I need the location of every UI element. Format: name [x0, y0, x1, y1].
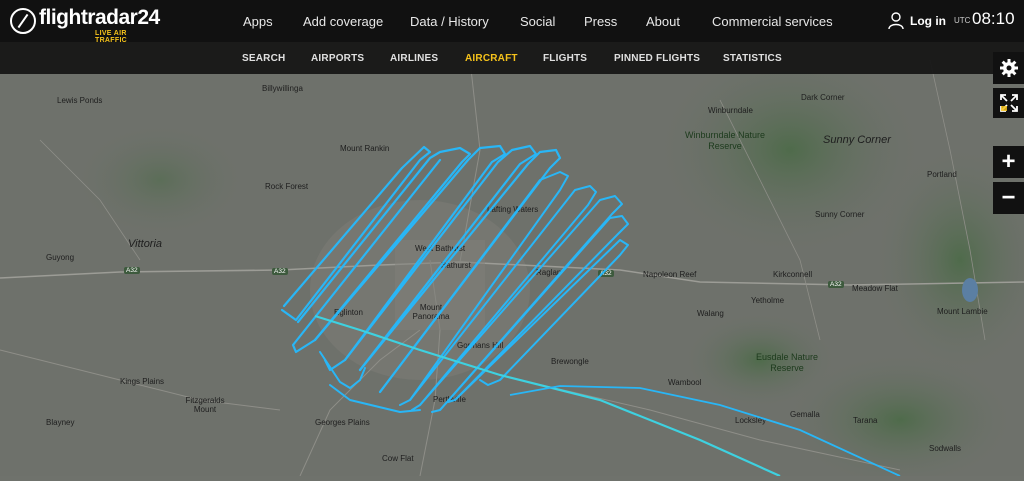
subnav-search[interactable]: SEARCH	[242, 42, 285, 74]
gear-icon	[999, 59, 1018, 77]
survey-track-south	[319, 171, 629, 413]
utc-label: UTC	[954, 16, 971, 25]
logo-text: flightradar24	[39, 6, 160, 29]
nav-social[interactable]: Social	[520, 0, 555, 42]
login-label: Log in	[910, 14, 946, 28]
login-button[interactable]: Log in	[888, 10, 946, 32]
nav-about[interactable]: About	[646, 0, 680, 42]
fullscreen-button[interactable]	[993, 88, 1024, 118]
settings-button[interactable]	[993, 52, 1024, 84]
utc-clock: 08:10	[972, 9, 1015, 28]
nav-commercial-services[interactable]: Commercial services	[712, 0, 833, 42]
nav-add-coverage[interactable]: Add coverage	[303, 0, 383, 42]
zoom-out-button[interactable]: −	[993, 182, 1024, 214]
subnav-statistics[interactable]: STATISTICS	[723, 42, 782, 74]
nav-press[interactable]: Press	[584, 0, 617, 42]
subnav-flights[interactable]: FLIGHTS	[543, 42, 587, 74]
flightradar24-logo[interactable]: flightradar24 LIVE AIR TRAFFIC	[10, 5, 160, 44]
survey-track-north	[280, 144, 562, 394]
fullscreen-icon	[999, 94, 1018, 112]
flight-track-arrival	[509, 385, 901, 476]
subnav-pinned-flights[interactable]: PINNED FLIGHTS	[614, 42, 700, 74]
subnav-airports[interactable]: AIRPORTS	[311, 42, 364, 74]
subnav-airlines[interactable]: AIRLINES	[390, 42, 438, 74]
nav-data-history[interactable]: Data / History	[410, 0, 489, 42]
subnav-aircraft[interactable]: AIRCRAFT	[465, 42, 518, 74]
zoom-in-button[interactable]: +	[993, 146, 1024, 178]
radar-logo-icon	[10, 8, 36, 34]
user-icon	[888, 12, 904, 30]
nav-apps[interactable]: Apps	[243, 0, 273, 42]
